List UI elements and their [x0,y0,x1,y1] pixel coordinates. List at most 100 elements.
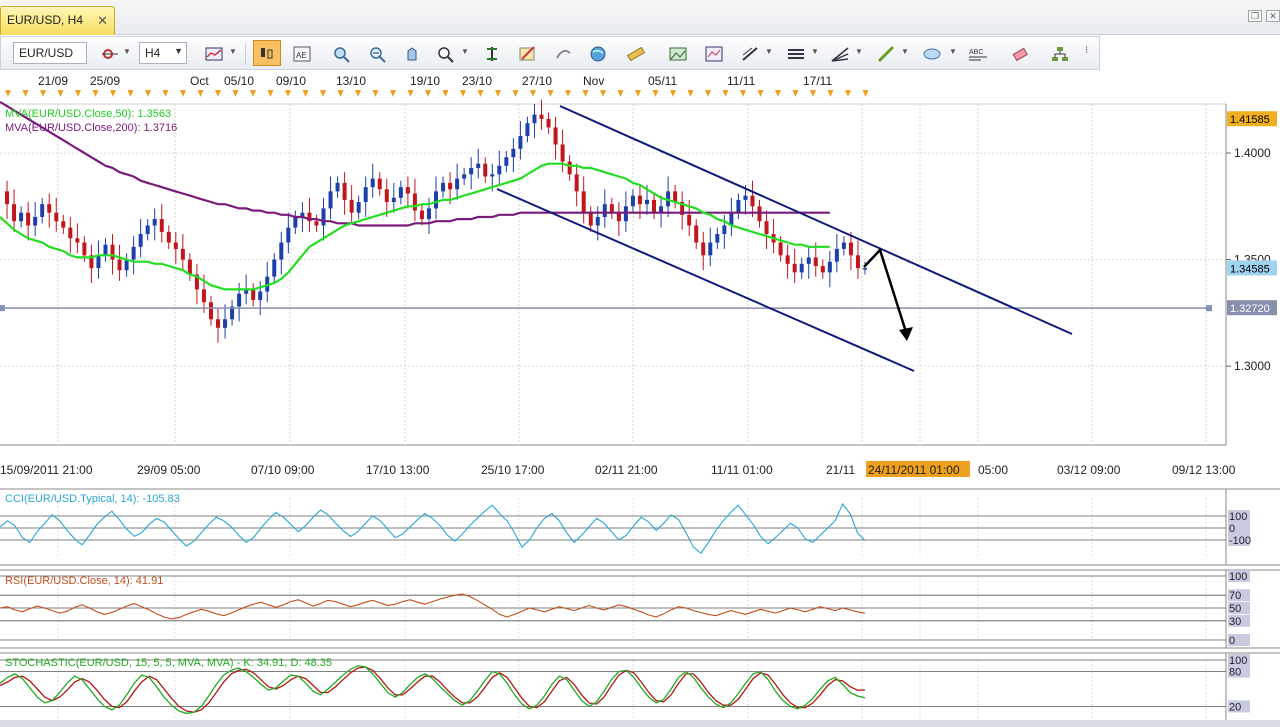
top-date-label: Oct [190,74,209,88]
template-icon[interactable] [703,43,725,65]
candle-body [827,261,832,273]
fan-tool-icon[interactable] [829,43,851,65]
chart-toolbar: EUR/USD ▼ H4 ▼ ▼ AE ▼ ▼ ▼ ▼ ▼ ▼ ABC ⁝ [0,36,1100,70]
hierarchy-icon[interactable] [1049,43,1071,65]
restore-icon[interactable]: ❐ [1248,10,1262,22]
candles-mode-icon[interactable] [253,40,281,66]
candle-body [216,319,221,328]
trend-icon[interactable] [553,43,575,65]
top-date-label: 05/11 [648,74,677,88]
candle-body [546,118,551,128]
ruler-icon[interactable] [625,43,647,65]
line-tool-icon[interactable] [739,43,761,65]
hline-tool-icon[interactable] [785,43,807,65]
candle-body [799,263,804,273]
draw-tools-icon[interactable] [517,43,539,65]
candle-body [750,195,755,207]
chart-type-icon[interactable] [203,43,225,65]
candle-body [286,227,291,243]
candle-body [131,246,136,260]
candle-body [764,221,769,235]
candle-body [19,212,24,222]
pen-icon[interactable] [875,43,897,65]
candle-body [694,225,699,243]
status-strip [0,720,1280,727]
picture-icon[interactable] [667,43,689,65]
chevron-down-icon: ▼ [174,46,183,56]
price-tag-hline: 1.32720 [1227,300,1277,316]
chevron-down-icon[interactable]: ▼ [229,47,237,56]
chevron-down-icon[interactable]: ▼ [811,47,819,56]
scale-fit-icon[interactable] [481,43,503,65]
candle-body [455,178,460,190]
close-window-icon[interactable]: ✕ [1266,10,1280,22]
level-label: 20 [1229,701,1241,713]
zoom-in-icon[interactable] [331,43,353,65]
chevron-down-icon[interactable]: ▼ [765,47,773,56]
candle-body [40,204,45,217]
timeframe-select[interactable]: H4 ▼ [139,42,187,64]
level-label: -100 [1229,535,1251,547]
tab-bar: EUR/USD, H4 ✕ ❐ ✕ [0,0,1280,35]
candle-body [279,242,284,260]
ellipse-tool-icon[interactable] [921,43,943,65]
chevron-down-icon[interactable]: ▼ [123,47,131,56]
text-tool-icon[interactable]: ABC [967,43,989,65]
bottom-date-label: 29/09 05:00 [137,463,201,477]
candle-body [504,157,509,166]
candle-body [588,212,593,226]
top-date-label: 23/10 [462,74,492,88]
candle-body [525,123,530,136]
candle-body [96,255,101,269]
price-tag-high-text: 1.41585 [1230,114,1270,126]
candle-body [159,219,164,232]
candle-body [497,165,502,175]
candle-body [61,221,66,228]
bars-mode-icon[interactable]: AE [291,43,313,65]
candle-body [47,204,52,213]
level-label: 100 [1229,655,1247,667]
tab-eurusd-h4[interactable]: EUR/USD, H4 ✕ [0,6,115,35]
eraser-icon[interactable] [1009,43,1031,65]
pan-icon[interactable] [401,43,423,65]
top-date-label: 25/09 [90,74,120,88]
candle-body [75,238,80,243]
candle-body [743,195,748,200]
symbol-select[interactable]: EUR/USD [13,42,87,64]
candle-body [820,265,825,273]
candle-body [848,242,853,256]
zoom-out-icon[interactable] [367,43,389,65]
mva50-legend: MVA(EUR/USD.Close,50): 1.3563 [5,108,171,120]
toolbar-overflow-icon[interactable]: ⁝ [1085,45,1088,56]
candle-body [469,167,474,175]
candle-body [356,202,361,213]
candle-body [595,216,600,226]
hline-handle[interactable] [1206,305,1212,312]
candle-body [103,244,108,256]
chevron-down-icon[interactable]: ▼ [901,47,909,56]
highlighted-date-text: 24/11/2011 01:00 [868,463,960,477]
candle-body [180,248,185,260]
tab-label: EUR/USD, H4 [7,13,84,27]
close-icon[interactable]: ✕ [97,13,108,29]
candle-body [124,259,129,271]
globe-icon[interactable] [587,43,609,65]
bottom-date-label: 21/11 [826,463,855,477]
candle-body [687,214,692,226]
chevron-down-icon[interactable]: ▼ [855,47,863,56]
candle-body [12,204,17,222]
symbol-value: EUR/USD [19,46,74,60]
chevron-down-icon[interactable]: ▼ [949,47,957,56]
candle-body [201,289,206,303]
candle-body [715,234,720,243]
candle-body [223,319,228,328]
hline-handle[interactable] [0,305,5,312]
candle-body [293,216,298,228]
chevron-down-icon[interactable]: ▼ [461,47,469,56]
candle-body [391,197,396,203]
zoom-area-icon[interactable] [435,43,457,65]
crosshair-tool-icon[interactable] [99,43,121,65]
candle-body [187,259,192,275]
price-tag-current-text: 1.34585 [1230,263,1270,275]
price-tag-hline-text: 1.32720 [1230,303,1270,315]
